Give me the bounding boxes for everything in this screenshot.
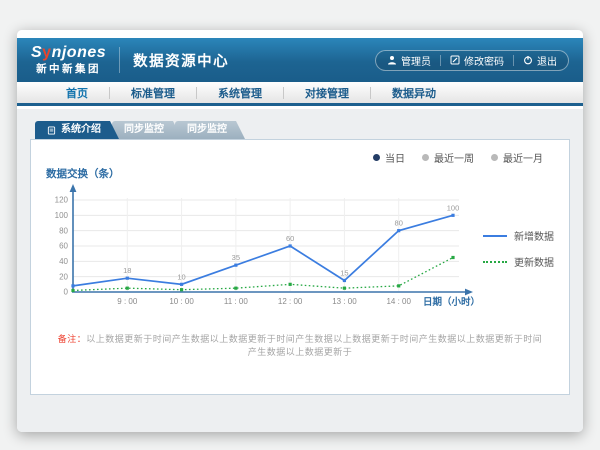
svg-text:10 : 00: 10 : 00 — [169, 297, 194, 306]
nav-item-home[interactable]: 首页 — [45, 85, 109, 101]
svg-text:15: 15 — [340, 269, 348, 278]
filter-last-week[interactable]: 最近一周 — [422, 150, 474, 165]
filter-label: 当日 — [385, 150, 405, 165]
user-menu: 管理员 修改密码 退出 — [375, 50, 569, 71]
content-area: 系统介绍 同步监控 同步监控 当日 最近一周 — [17, 109, 583, 432]
edit-icon — [450, 55, 460, 65]
chart-panel: 当日 最近一周 最近一月 数据交换（条） 0 20 40 60 80 100 120 9 : … — [30, 139, 570, 395]
nav-item-connect-mgmt[interactable]: 对接管理 — [284, 85, 370, 101]
svg-text:日期（小时）: 日期（小时） — [423, 296, 480, 308]
filter-last-month[interactable]: 最近一月 — [491, 150, 543, 165]
nav-item-standard-mgmt[interactable]: 标准管理 — [110, 85, 196, 101]
line-chart: 0 20 40 60 80 100 120 9 : 00 10 : 00 11 : 00 12 : … — [37, 182, 482, 337]
user-menu-admin[interactable]: 管理员 — [387, 53, 431, 68]
svg-text:20: 20 — [59, 272, 68, 281]
logout-label: 退出 — [537, 53, 557, 68]
y-axis-title: 数据交换（条） — [46, 166, 120, 181]
legend-item-new-data: 新增数据 — [483, 228, 554, 243]
app-window: Synjones 新中新集团 数据资源中心 管理员 修改密码 退出 — [17, 30, 583, 432]
nav-item-data-change[interactable]: 数据异动 — [371, 85, 457, 101]
radio-dot — [491, 154, 498, 161]
footnote-label: 备注： — [58, 334, 87, 344]
window-top-strip — [17, 30, 583, 38]
footnote: 备注：以上数据更新于时间产生数据以上数据更新于时间产生数据以上数据更新于时间产生… — [31, 332, 569, 358]
svg-text:80: 80 — [395, 219, 403, 228]
svg-text:100: 100 — [55, 211, 69, 220]
logout-button[interactable]: 退出 — [523, 53, 557, 68]
change-password-button[interactable]: 修改密码 — [450, 53, 504, 68]
filter-today[interactable]: 当日 — [373, 150, 405, 165]
filter-label: 最近一月 — [503, 150, 543, 165]
svg-text:9 : 00: 9 : 00 — [117, 297, 138, 306]
tab-bar: 系统介绍 同步监控 同步监控 — [35, 121, 570, 139]
power-icon — [523, 55, 533, 65]
tab-label: 系统介绍 — [61, 121, 101, 139]
header-divider — [119, 47, 120, 73]
legend-label: 更新数据 — [514, 254, 554, 269]
legend-line-dotted — [483, 261, 507, 263]
svg-text:11 : 00: 11 : 00 — [224, 297, 248, 306]
svg-text:12 : 00: 12 : 00 — [278, 297, 303, 306]
svg-text:80: 80 — [59, 226, 68, 235]
footnote-text: 以上数据更新于时间产生数据以上数据更新于时间产生数据以上数据更新于时间产生数据以… — [86, 334, 542, 357]
desktop-background: Synjones 新中新集团 数据资源中心 管理员 修改密码 退出 — [0, 0, 600, 450]
svg-text:60: 60 — [286, 234, 294, 243]
legend-label: 新增数据 — [514, 228, 554, 243]
legend-line-solid — [483, 235, 507, 237]
svg-text:14 : 00: 14 : 00 — [386, 297, 411, 306]
nav-item-system-mgmt[interactable]: 系统管理 — [197, 85, 283, 101]
main-nav: 首页 标准管理 系统管理 对接管理 数据异动 — [17, 82, 583, 106]
pill-separator — [440, 55, 441, 66]
page-title: 数据资源中心 — [133, 50, 229, 71]
app-header: Synjones 新中新集团 数据资源中心 管理员 修改密码 退出 — [17, 38, 583, 82]
pill-separator — [513, 55, 514, 66]
brand-subtitle: 新中新集团 — [36, 64, 101, 75]
company-logo: Synjones 新中新集团 — [31, 45, 106, 75]
svg-text:100: 100 — [447, 203, 460, 212]
chart-svg: 0 20 40 60 80 100 120 9 : 00 10 : 00 11 : 00 12 : … — [37, 182, 482, 332]
user-menu-label: 管理员 — [401, 53, 431, 68]
tab-system-intro[interactable]: 系统介绍 — [35, 121, 119, 139]
filter-label: 最近一周 — [434, 150, 474, 165]
svg-text:120: 120 — [55, 196, 69, 205]
svg-text:35: 35 — [232, 253, 240, 262]
svg-text:10: 10 — [177, 272, 185, 281]
document-icon — [47, 126, 56, 135]
brand-accent-letter: y — [42, 44, 51, 61]
brand-name: Synjones — [31, 45, 106, 61]
svg-text:18: 18 — [123, 266, 131, 275]
time-range-filters: 当日 最近一周 最近一月 — [373, 150, 543, 165]
radio-dot — [422, 154, 429, 161]
legend-item-update-data: 更新数据 — [483, 254, 554, 269]
tab-sync-monitor-2[interactable]: 同步监控 — [175, 121, 245, 139]
svg-text:40: 40 — [59, 257, 68, 266]
svg-text:60: 60 — [59, 242, 68, 251]
radio-dot — [373, 154, 380, 161]
svg-text:0: 0 — [64, 288, 69, 297]
change-password-label: 修改密码 — [464, 53, 504, 68]
svg-text:13 : 00: 13 : 00 — [332, 297, 357, 306]
chart-legend: 新增数据 更新数据 — [483, 228, 554, 269]
tab-sync-monitor-1[interactable]: 同步监控 — [112, 121, 182, 139]
user-icon — [387, 55, 397, 65]
